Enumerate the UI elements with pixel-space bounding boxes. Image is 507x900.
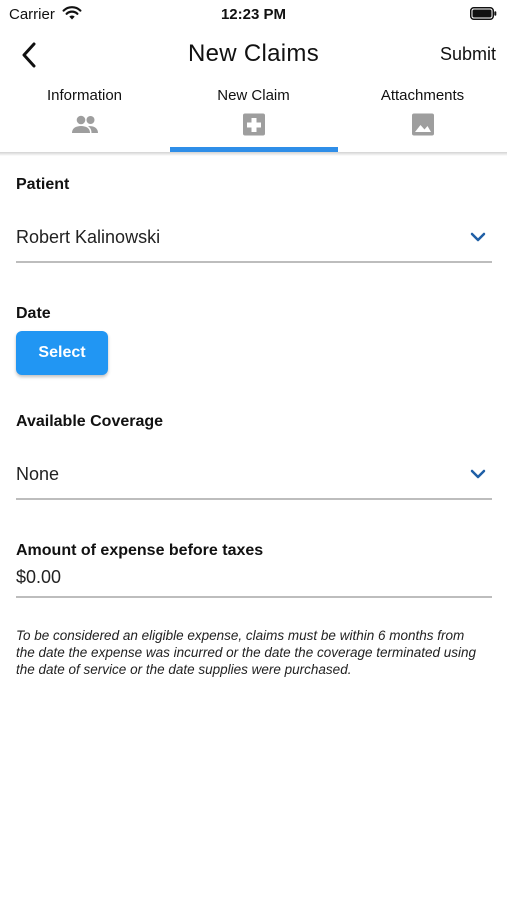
patient-value: Robert Kalinowski (16, 227, 161, 247)
tab-label: Information (46, 87, 123, 104)
select-date-button[interactable]: Select (16, 331, 108, 375)
battery-icon (470, 7, 497, 20)
tab-attachments[interactable]: Attachments (338, 80, 507, 153)
tab-bar: Information New Claim Attachments (0, 80, 507, 153)
patient-label: Patient (16, 176, 70, 193)
tab-new-claim[interactable]: New Claim (169, 80, 338, 153)
tab-label: New Claim (217, 87, 290, 104)
submit-button[interactable]: Submit (440, 44, 496, 65)
amount-underline (16, 596, 492, 598)
status-time: 12:23 PM (220, 6, 287, 23)
image-icon (411, 113, 434, 136)
tab-label: Attachments (380, 87, 465, 104)
coverage-label: Available Coverage (16, 413, 164, 430)
date-label: Date (16, 305, 51, 322)
eligibility-disclaimer: To be considered an eligible expense, cl… (16, 628, 477, 677)
tab-bar-shadow (0, 152, 507, 156)
amount-input[interactable]: $0.00 (16, 567, 61, 588)
navigation-bar: New Claims Submit (0, 30, 507, 80)
medical-cross-icon (242, 113, 265, 136)
patient-dropdown[interactable]: Robert Kalinowski (16, 217, 492, 263)
amount-label: Amount of expense before taxes (16, 542, 264, 559)
people-icon (71, 115, 98, 133)
chevron-down-icon (470, 469, 486, 479)
chevron-down-icon (470, 232, 486, 242)
status-bar: Carrier 12:23 PM (0, 0, 507, 28)
page-title: New Claims (187, 40, 319, 67)
coverage-dropdown[interactable]: None (16, 454, 492, 500)
coverage-value: None (16, 464, 60, 484)
tab-information[interactable]: Information (0, 80, 169, 153)
